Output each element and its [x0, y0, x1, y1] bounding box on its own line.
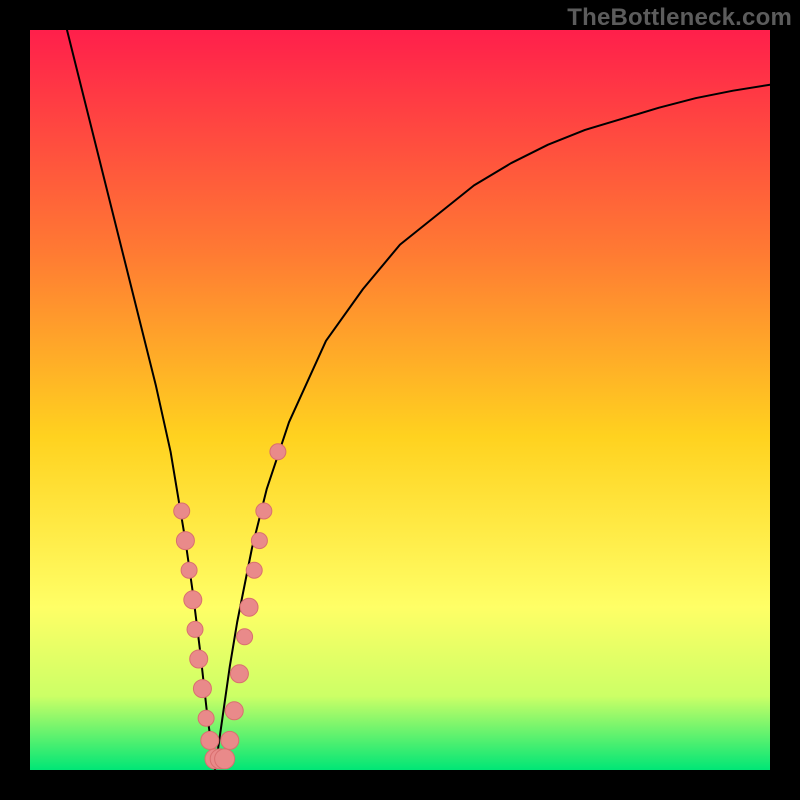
data-marker — [201, 731, 219, 749]
plot-area — [30, 30, 770, 770]
data-marker — [256, 503, 272, 519]
data-marker — [181, 562, 197, 578]
data-marker — [198, 710, 214, 726]
data-marker — [270, 444, 286, 460]
data-marker — [251, 533, 267, 549]
data-marker — [225, 702, 243, 720]
chart-frame: TheBottleneck.com — [0, 0, 800, 800]
data-marker — [176, 532, 194, 550]
data-marker — [174, 503, 190, 519]
data-marker — [193, 680, 211, 698]
data-marker — [237, 629, 253, 645]
data-marker — [187, 621, 203, 637]
data-marker — [215, 749, 235, 769]
data-marker — [184, 591, 202, 609]
data-marker — [221, 731, 239, 749]
data-marker — [240, 598, 258, 616]
data-marker — [190, 650, 208, 668]
data-marker — [246, 562, 262, 578]
watermark-text: TheBottleneck.com — [567, 4, 792, 32]
data-marker — [230, 665, 248, 683]
bottleneck-chart — [30, 30, 770, 770]
